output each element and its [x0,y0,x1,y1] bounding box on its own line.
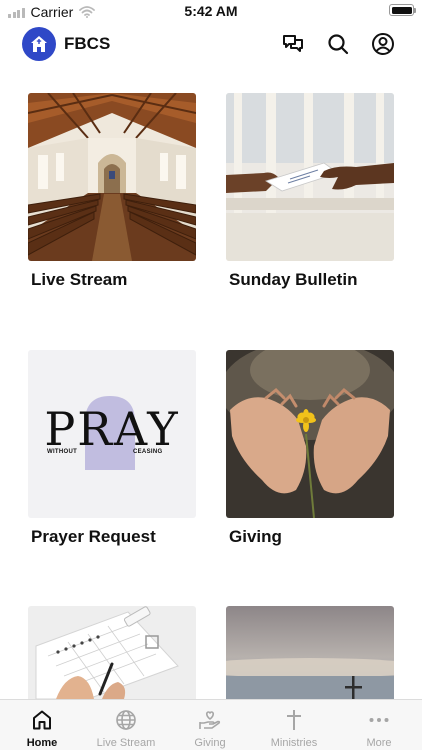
bulletin-handoff-image [226,93,394,261]
tab-home[interactable]: Home [0,700,84,750]
card-label: Sunday Bulletin [229,270,358,289]
pray-word: PRAY [44,402,180,456]
tab-label: Ministries [270,737,318,749]
pray-graphic-image: PRAY WITHOUT CEASING [28,350,196,518]
card-ministries[interactable] [226,606,394,699]
tab-giving[interactable]: Giving [168,700,252,750]
sky-cross-image [226,606,394,699]
card-live-stream[interactable]: Live Stream [28,93,196,289]
cross-icon [282,708,306,732]
card-label: Giving [229,527,282,546]
bottom-tab-bar: Home Live Stream Giving Ministries More [0,699,422,750]
card-planner[interactable] [28,606,196,699]
planner-image [28,606,196,699]
card-sunday-bulletin[interactable]: Sunday Bulletin [226,93,394,289]
more-dots-icon [367,708,391,732]
pray-left-text: WITHOUT [47,449,78,455]
tab-label: More [366,737,392,749]
tab-label: Home [26,737,58,749]
card-giving[interactable]: Giving [226,350,394,546]
tab-ministries[interactable]: Ministries [252,700,336,750]
tab-label: Live Stream [96,737,156,749]
giving-hand-icon [198,708,222,732]
content-grid: Live Stream Sunday Bulletin PRAY WITHOUT… [0,0,422,750]
hands-flower-image [226,350,394,518]
church-interior-image [28,93,196,261]
pray-right-text: CEASING [133,449,163,455]
card-label: Prayer Request [31,527,156,546]
card-label: Live Stream [31,270,128,289]
home-icon [30,708,54,732]
tab-more[interactable]: More [337,700,421,750]
tab-live-stream[interactable]: Live Stream [84,700,168,750]
tab-label: Giving [194,737,226,749]
card-prayer-request[interactable]: PRAY WITHOUT CEASING Prayer Request [28,350,196,546]
globe-icon [114,708,138,732]
